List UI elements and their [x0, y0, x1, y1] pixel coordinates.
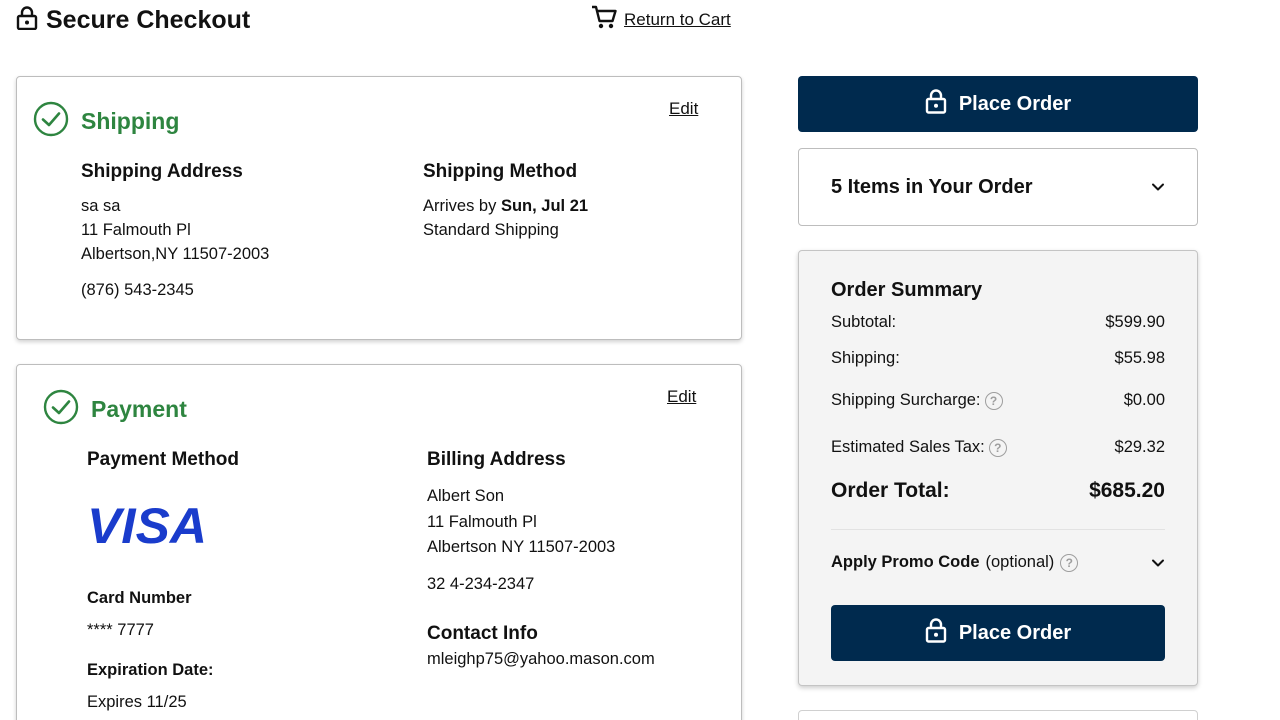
billing-street: 11 Falmouth Pl	[427, 513, 537, 531]
payment-section: Payment Edit Payment Method VISA Card Nu…	[16, 364, 742, 720]
chevron-down-icon	[1151, 179, 1165, 197]
tax-label: Estimated Sales Tax:	[831, 438, 985, 456]
shipping-method-heading: Shipping Method	[423, 161, 578, 182]
shipping-section: Shipping Edit Shipping Address sa sa 11 …	[16, 76, 742, 340]
edit-shipping-link[interactable]: Edit	[669, 99, 698, 119]
expiration-label: Expiration Date:	[87, 661, 214, 679]
shipping-cost-label: Shipping:	[831, 349, 900, 367]
summary-divider	[831, 529, 1165, 530]
shipping-phone: (876) 543-2345	[81, 281, 194, 299]
surcharge-row: Shipping Surcharge:? $0.00	[831, 391, 1165, 410]
shipping-method-name: Standard Shipping	[423, 221, 559, 239]
shipping-street: 11 Falmouth Pl	[81, 221, 191, 239]
page-header: Secure Checkout	[16, 6, 250, 35]
place-order-label: Place Order	[958, 621, 1072, 644]
visa-logo: VISA	[87, 498, 209, 554]
help-icon[interactable]: ?	[984, 391, 1003, 410]
svg-text:VISA: VISA	[87, 503, 207, 549]
shipping-title: Shipping	[81, 108, 180, 134]
promo-code-label: Apply Promo Code	[831, 553, 980, 571]
place-order-button-bottom[interactable]: Place Order	[831, 605, 1165, 661]
check-circle-icon	[33, 101, 69, 142]
help-icon[interactable]: ?	[988, 438, 1007, 457]
card-number: **** 7777	[87, 621, 154, 639]
payment-title: Payment	[91, 396, 187, 422]
subtotal-row: Subtotal: $599.90	[831, 313, 1165, 332]
chevron-down-icon	[1151, 558, 1165, 568]
billing-city: Albertson NY 11507-2003	[427, 538, 616, 556]
lock-icon	[925, 618, 947, 648]
lock-icon	[925, 89, 947, 119]
place-order-label: Place Order	[958, 92, 1072, 115]
order-summary-title: Order Summary	[831, 279, 983, 301]
billing-name: Albert Son	[427, 487, 505, 505]
shipping-row: Shipping: $55.98	[831, 349, 1165, 368]
shipping-heading: Shipping	[33, 101, 179, 142]
contact-info-heading: Contact Info	[427, 623, 538, 644]
lock-icon	[16, 6, 38, 35]
shipping-address-heading: Shipping Address	[81, 161, 243, 182]
shipping-name: sa sa	[81, 197, 121, 215]
order-items-label: 5 Items in Your Order	[831, 176, 1033, 198]
return-to-cart-link[interactable]: Return to Cart	[590, 4, 731, 35]
card-number-label: Card Number	[87, 589, 192, 607]
page-title: Secure Checkout	[46, 6, 251, 34]
shipping-cost-value: $55.98	[1114, 349, 1165, 367]
expiration-date: Expires 11/25	[87, 693, 187, 711]
contact-email: mleighp75@yahoo.mason.com	[427, 650, 655, 668]
order-total-row: Order Total: $685.20	[831, 479, 1165, 503]
order-summary-panel: Order Summary Subtotal: $599.90 Shipping…	[798, 250, 1198, 686]
place-order-button[interactable]: Place Order	[798, 76, 1198, 132]
subtotal-value: $599.90	[1105, 313, 1165, 331]
payment-heading: Payment	[43, 389, 187, 430]
check-circle-icon	[43, 389, 79, 430]
order-total-label: Order Total:	[831, 479, 950, 502]
subtotal-label: Subtotal:	[831, 313, 897, 331]
tax-row: Estimated Sales Tax:? $29.32	[831, 438, 1165, 457]
surcharge-label: Shipping Surcharge:	[831, 391, 981, 409]
promo-optional-label: (optional)	[985, 553, 1055, 571]
order-total-value: $685.20	[1089, 479, 1165, 502]
payment-method-heading: Payment Method	[87, 449, 240, 470]
shipping-city: Albertson,NY 11507-2003	[81, 245, 270, 263]
arrival-date: Arrives by Sun, Jul 21	[423, 197, 589, 215]
surcharge-value: $0.00	[1123, 391, 1165, 409]
billing-address-heading: Billing Address	[427, 449, 566, 470]
cart-icon	[590, 4, 618, 35]
additional-panel	[798, 710, 1198, 720]
help-icon[interactable]: ?	[1060, 553, 1079, 572]
billing-phone: 32 4-234-2347	[427, 575, 535, 593]
order-items-toggle[interactable]: 5 Items in Your Order	[798, 148, 1198, 226]
promo-code-toggle[interactable]: Apply Promo Code (optional) ?	[831, 553, 1165, 572]
edit-payment-link[interactable]: Edit	[667, 387, 696, 407]
return-to-cart-label: Return to Cart	[624, 9, 731, 29]
tax-value: $29.32	[1114, 438, 1165, 456]
